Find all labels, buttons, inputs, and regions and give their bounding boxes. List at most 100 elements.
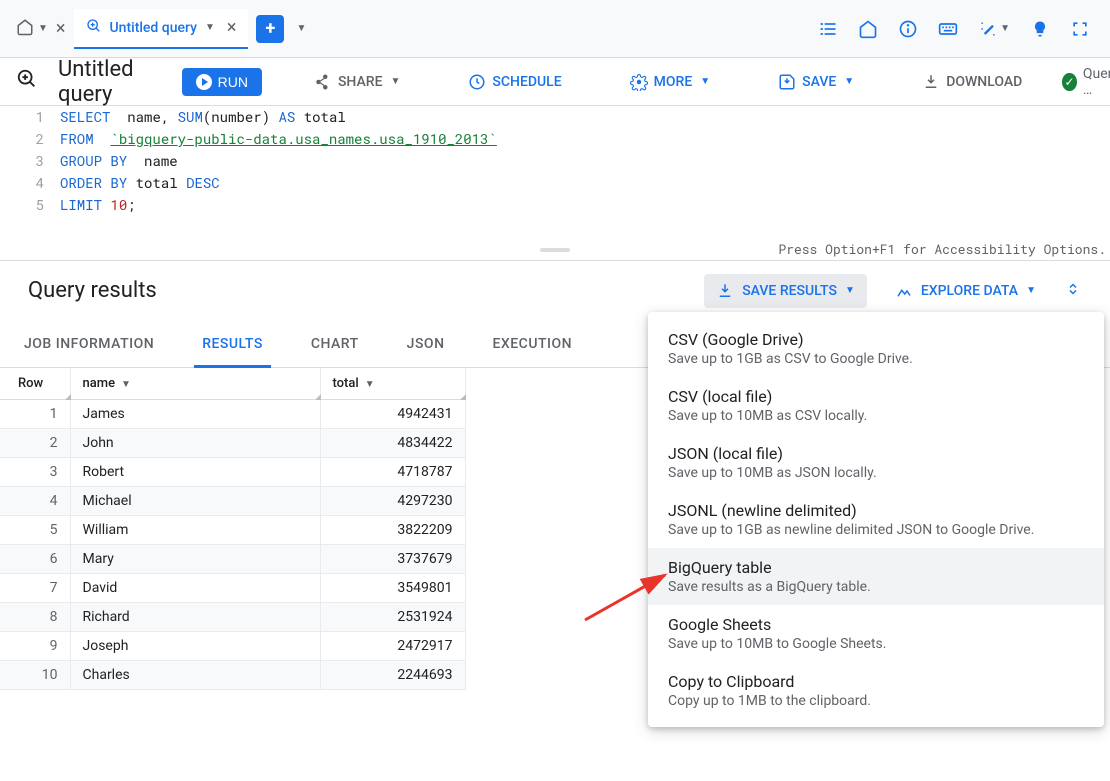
column-name[interactable]: name▼ <box>70 368 320 400</box>
editor-line: 5LIMIT 10; <box>0 194 1110 216</box>
table-row[interactable]: 7David3549801 <box>0 574 465 603</box>
menu-item-desc: Save up to 1GB as newline delimited JSON… <box>668 522 1084 538</box>
cell-name: Robert <box>70 458 320 487</box>
table-row[interactable]: 9Joseph2472917 <box>0 632 465 661</box>
menu-item-title: Google Sheets <box>668 615 1084 634</box>
toolbar: Untitled query RUN SHARE ▼ SCHEDULE MORE… <box>0 58 1110 106</box>
cell-total: 4834422 <box>320 429 465 458</box>
menu-item-csv-local-file-[interactable]: CSV (local file)Save up to 10MB as CSV l… <box>648 377 1104 434</box>
table-row[interactable]: 3Robert4718787 <box>0 458 465 487</box>
cell-total: 2244693 <box>320 661 465 690</box>
table-row[interactable]: 8Richard2531924 <box>0 603 465 632</box>
cell-total: 3822209 <box>320 516 465 545</box>
cell-total: 3737679 <box>320 545 465 574</box>
menu-item-title: CSV (Google Drive) <box>668 330 1084 349</box>
chevron-down-icon: ▼ <box>38 23 48 34</box>
cell-row: 2 <box>0 429 70 458</box>
status-badge: ✓ Query … <box>1062 66 1110 98</box>
menu-item-title: CSV (local file) <box>668 387 1084 406</box>
fullscreen-icon[interactable] <box>1070 19 1090 39</box>
lightbulb-icon[interactable] <box>1030 19 1050 39</box>
menu-item-bigquery-table[interactable]: BigQuery table Save results as a BigQuery… <box>648 548 1104 605</box>
tab-execution[interactable]: EXECUTION <box>493 320 573 368</box>
cell-total: 4297230 <box>320 487 465 516</box>
tab-chart[interactable]: CHART <box>311 320 359 368</box>
editor-line: 2FROM `bigquery-public-data.usa_names.us… <box>0 128 1110 150</box>
column-row[interactable]: Row <box>0 368 70 400</box>
home-outline-icon[interactable] <box>858 19 878 39</box>
menu-item-title: BigQuery table <box>668 558 1084 577</box>
menu-item-desc: Save up to 1GB as CSV to Google Drive. <box>668 351 1084 367</box>
cell-total: 2472917 <box>320 632 465 661</box>
list-icon[interactable] <box>818 19 838 39</box>
cell-name: Mary <box>70 545 320 574</box>
tab-json[interactable]: JSON <box>407 320 445 368</box>
play-icon <box>196 74 212 90</box>
menu-item-title: JSON (local file) <box>668 444 1084 463</box>
expand-icon[interactable] <box>1064 280 1082 302</box>
share-button[interactable]: SHARE ▼ <box>306 69 408 95</box>
close-icon[interactable]: × <box>227 17 237 38</box>
editor-line: 4ORDER BY total DESC <box>0 172 1110 194</box>
table-row[interactable]: 10Charles2244693 <box>0 661 465 690</box>
cell-row: 9 <box>0 632 70 661</box>
cell-name: James <box>70 400 320 429</box>
keyboard-icon[interactable] <box>938 19 958 39</box>
menu-item-jsonl-newline-delimited-[interactable]: JSONL (newline delimited)Save up to 1GB … <box>648 491 1104 548</box>
menu-item-copy-to-clipboard[interactable]: Copy to ClipboardCopy up to 1MB to the c… <box>648 662 1104 719</box>
editor-line: 3GROUP BY name <box>0 150 1110 172</box>
sql-editor[interactable]: 1SELECT name, SUM(number) AS total 2FROM… <box>0 106 1110 260</box>
table-row[interactable]: 5William3822209 <box>0 516 465 545</box>
column-total[interactable]: total▼ <box>320 368 465 400</box>
tab-job-information[interactable]: JOB INFORMATION <box>24 320 154 368</box>
table-row[interactable]: 1James4942431 <box>0 400 465 429</box>
run-button[interactable]: RUN <box>182 68 262 96</box>
cell-row: 1 <box>0 400 70 429</box>
menu-item-desc: Copy up to 1MB to the clipboard. <box>668 693 1084 709</box>
table-row[interactable]: 2John4834422 <box>0 429 465 458</box>
table-row[interactable]: 4Michael4297230 <box>0 487 465 516</box>
chevron-down-icon: ▼ <box>205 22 215 33</box>
magnify-plus-icon <box>16 68 38 95</box>
tab-home[interactable]: ▼ × <box>8 9 74 49</box>
editor-line: 1SELECT name, SUM(number) AS total <box>0 106 1110 128</box>
cell-row: 5 <box>0 516 70 545</box>
cell-row: 10 <box>0 661 70 690</box>
download-button[interactable]: DOWNLOAD <box>914 69 1030 95</box>
schedule-button[interactable]: SCHEDULE <box>460 69 569 95</box>
save-results-button[interactable]: SAVE RESULTS ▼ <box>704 274 867 308</box>
accessibility-hint: Press Option+F1 for Accessibility Option… <box>778 238 1106 260</box>
home-icon <box>16 18 34 40</box>
menu-item-json-local-file-[interactable]: JSON (local file) Save up to 10MB as JSON… <box>648 434 1104 491</box>
sort-icon[interactable]: ▼ <box>365 379 375 390</box>
more-button[interactable]: MORE ▼ <box>622 69 719 95</box>
menu-item-csv-google-drive-[interactable]: CSV (Google Drive) Save up to 1GB as CSV … <box>648 320 1104 377</box>
tabs-bar: ▼ × Untitled query ▼ × + ▼ ▼ <box>0 0 1110 58</box>
tab-untitled-query[interactable]: Untitled query ▼ × <box>74 9 249 49</box>
save-button[interactable]: SAVE ▼ <box>770 69 862 95</box>
cell-name: John <box>70 429 320 458</box>
info-icon[interactable] <box>898 19 918 39</box>
page-title: Untitled query <box>58 57 134 107</box>
explore-data-button[interactable]: EXPLORE DATA ▼ <box>883 274 1048 308</box>
magic-wand-icon[interactable]: ▼ <box>978 19 1010 39</box>
cell-name: Joseph <box>70 632 320 661</box>
menu-item-google-sheets[interactable]: Google SheetsSave up to 10MB to Google S… <box>648 605 1104 662</box>
cell-row: 4 <box>0 487 70 516</box>
menu-item-desc: Save up to 10MB as JSON locally. <box>668 465 1084 481</box>
tab-label: Untitled query <box>110 20 197 36</box>
cell-row: 7 <box>0 574 70 603</box>
close-icon[interactable]: × <box>56 18 66 39</box>
tab-results[interactable]: RESULTS <box>202 320 263 368</box>
menu-item-desc: Save results as a BigQuery table. <box>668 579 1084 595</box>
table-row[interactable]: 6Mary3737679 <box>0 545 465 574</box>
cell-total: 4718787 <box>320 458 465 487</box>
cell-name: Michael <box>70 487 320 516</box>
add-tab-button[interactable]: + <box>256 15 284 43</box>
sort-icon[interactable]: ▼ <box>121 379 131 390</box>
add-tab-dropdown[interactable]: ▼ <box>296 23 306 34</box>
table-header-row: Row name▼ total▼ <box>0 368 465 400</box>
cell-total: 2531924 <box>320 603 465 632</box>
check-icon: ✓ <box>1062 73 1077 91</box>
cell-name: Richard <box>70 603 320 632</box>
